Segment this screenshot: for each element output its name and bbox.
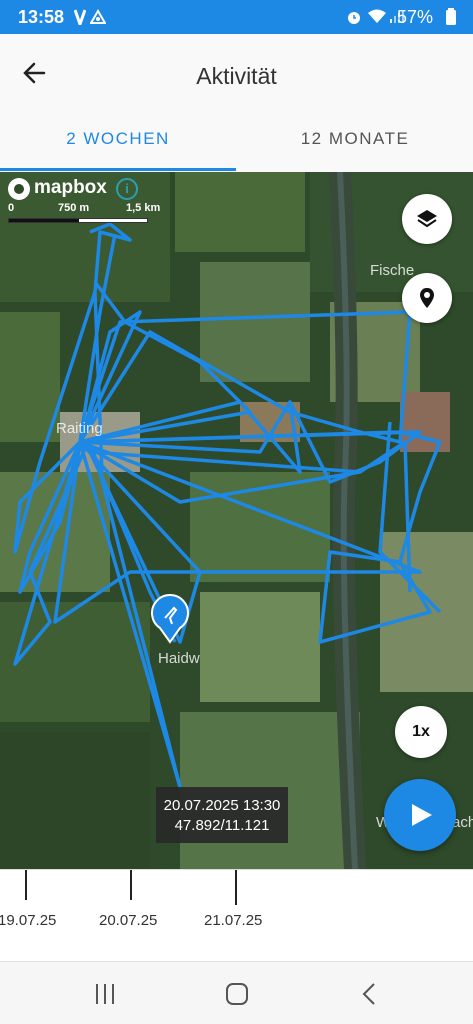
page-title: Aktivität xyxy=(196,63,277,89)
scale-bar-graphic xyxy=(8,218,148,223)
map-view[interactable]: mapbox i 0 750 m 1,5 km Fische Raiting H… xyxy=(0,172,473,869)
attribution-info-button[interactable]: i xyxy=(116,178,138,200)
timeline-scrubber[interactable]: 19.07.25 20.07.25 21.07.25 xyxy=(0,869,473,961)
position-tooltip: 20.07.2025 13:30 47.892/11.121 xyxy=(156,787,288,843)
recent-apps-icon[interactable] xyxy=(91,980,119,1008)
scale-label-max: 1,5 km xyxy=(126,202,161,214)
timeline-label: 21.07.25 xyxy=(204,912,263,929)
play-icon xyxy=(412,804,432,826)
timeline-label: 19.07.25 xyxy=(0,912,57,929)
map-scale-bar: 0 750 m 1,5 km xyxy=(6,202,176,226)
tab-indicator xyxy=(0,168,236,171)
app-header: Aktivität xyxy=(0,34,473,118)
mapbox-attribution: mapbox xyxy=(34,177,107,198)
status-time: 13:58 xyxy=(18,7,65,27)
place-label-fische: Fische xyxy=(370,262,415,279)
tab-bar: 2 WOCHEN 12 MONATE xyxy=(0,118,473,172)
layers-button[interactable] xyxy=(402,194,452,244)
layers-icon xyxy=(417,210,437,228)
timeline-tick-current xyxy=(235,870,237,905)
scale-label-zero: 0 xyxy=(8,202,15,214)
scale-label-mid: 750 m xyxy=(58,202,90,214)
bird-marker-icon[interactable] xyxy=(148,594,192,644)
wifi-icon xyxy=(368,9,386,23)
tab-2-wochen[interactable]: 2 WOCHEN xyxy=(0,118,236,172)
playback-speed-button[interactable]: 1x xyxy=(395,706,447,758)
place-label-haidw: Haidw xyxy=(158,650,200,667)
back-icon[interactable] xyxy=(356,980,384,1008)
location-pin-icon xyxy=(420,288,434,308)
alarm-icon xyxy=(348,12,360,24)
v-app-icon xyxy=(74,9,86,25)
timeline-label: 20.07.25 xyxy=(99,912,158,929)
tab-12-monate[interactable]: 12 MONATE xyxy=(237,118,473,172)
triangle-app-icon xyxy=(90,9,106,24)
home-icon[interactable] xyxy=(223,980,251,1008)
status-bar: 13:58 57% xyxy=(0,0,473,34)
tooltip-coords: 47.892/11.121 xyxy=(174,817,270,834)
timeline-tick xyxy=(130,870,132,900)
location-button[interactable] xyxy=(402,273,452,323)
place-label-raiting: Raiting xyxy=(56,420,103,437)
system-nav-bar xyxy=(0,961,473,1024)
battery-percent: 57% xyxy=(396,7,433,27)
play-button[interactable] xyxy=(384,779,456,851)
timeline-tick xyxy=(25,870,27,900)
tooltip-datetime: 20.07.2025 13:30 xyxy=(163,797,281,814)
mapbox-logo-icon xyxy=(8,178,30,200)
battery-icon xyxy=(446,8,456,25)
